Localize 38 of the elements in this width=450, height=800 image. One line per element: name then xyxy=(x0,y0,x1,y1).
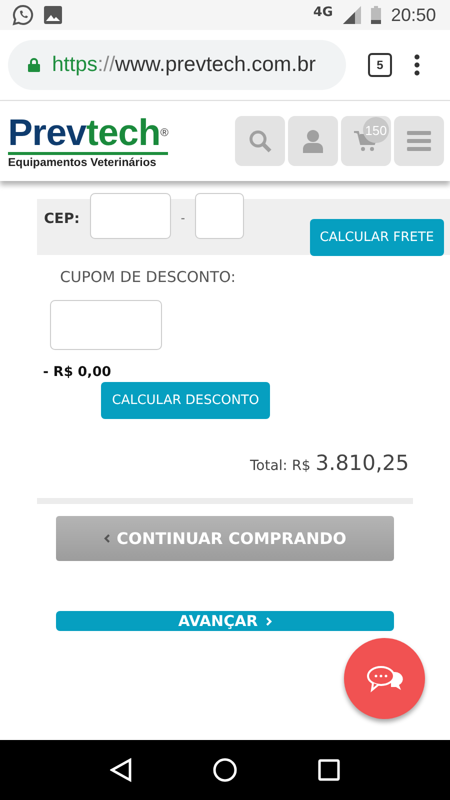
address-bar[interactable]: https://www.prevtech.com.br xyxy=(8,40,346,90)
image-icon xyxy=(44,6,62,24)
lock-icon xyxy=(28,58,40,72)
battery-icon xyxy=(370,6,381,24)
chevron-right-icon xyxy=(266,616,272,626)
search-icon xyxy=(248,129,272,153)
chevron-left-icon xyxy=(104,534,110,543)
cep-field[interactable] xyxy=(90,193,171,239)
whatsapp-icon xyxy=(12,4,34,26)
account-button[interactable] xyxy=(288,116,338,166)
recents-icon[interactable] xyxy=(318,759,340,781)
home-icon[interactable] xyxy=(212,758,237,782)
back-icon[interactable] xyxy=(110,758,132,782)
person-icon xyxy=(303,129,323,153)
signal-icon xyxy=(342,6,361,24)
total-value: 3.810,25 xyxy=(315,451,409,475)
total-label: Total: R$ xyxy=(250,458,310,474)
search-button[interactable] xyxy=(235,116,285,166)
logo-text[interactable]: Prevtech$^{®}$ xyxy=(8,114,168,154)
cep-separator: - xyxy=(180,211,186,225)
continue-shopping-button[interactable]: CONTINUAR COMPRANDO xyxy=(56,516,394,561)
menu-icon xyxy=(407,131,431,151)
discount-amount: - R$ 0,00 xyxy=(43,364,112,380)
network-label: 4G xyxy=(313,4,333,20)
menu-icon[interactable] xyxy=(414,54,420,76)
coupon-field[interactable] xyxy=(50,300,162,350)
calculate-shipping-button[interactable]: CALCULAR FRETE xyxy=(310,219,444,256)
cep-suffix-field[interactable] xyxy=(195,193,244,239)
calculate-discount-button[interactable]: CALCULAR DESCONTO xyxy=(101,382,270,419)
chat-button[interactable] xyxy=(344,638,425,719)
chat-bubbles-icon xyxy=(364,664,404,694)
next-button[interactable]: AVANÇAR xyxy=(56,611,394,631)
hamburger-button[interactable] xyxy=(394,116,444,166)
cep-label: CEP: xyxy=(44,211,80,227)
tabs-button[interactable]: 5 xyxy=(368,53,392,77)
coupon-label: CUPOM DE DESCONTO: xyxy=(60,268,237,286)
clock: 20:50 xyxy=(390,4,436,26)
logo-tagline: Equipamentos Veterinários xyxy=(8,156,158,168)
